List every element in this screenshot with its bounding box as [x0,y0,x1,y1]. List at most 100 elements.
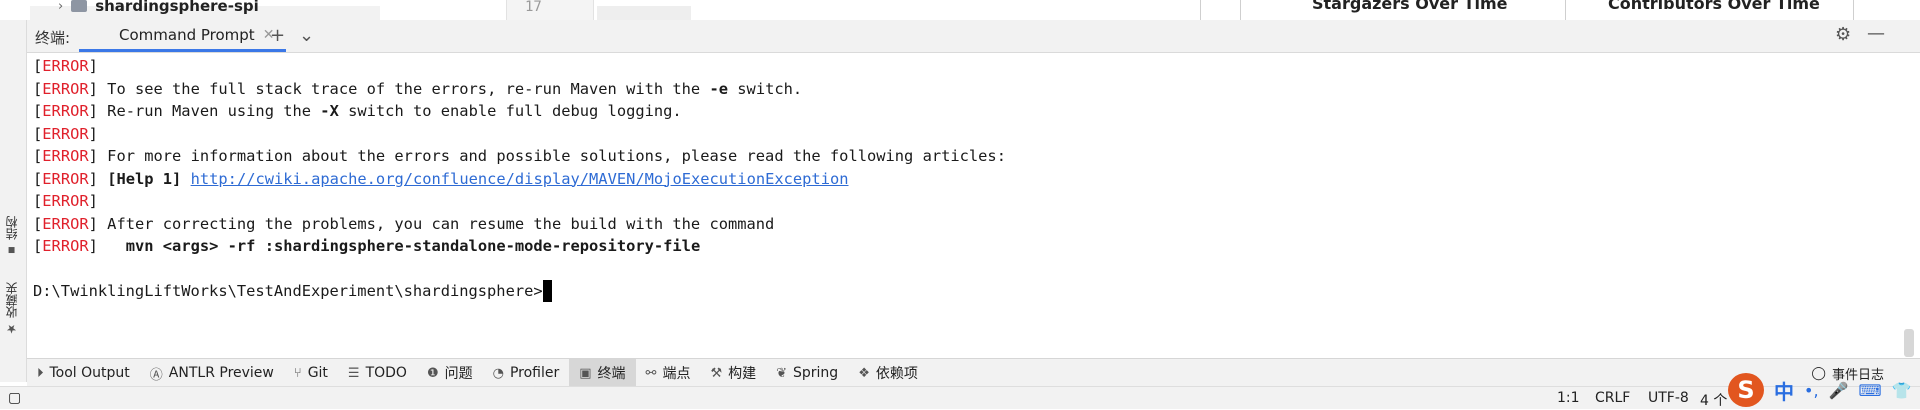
terminal-line: [ERROR] mvn <args> -rf :shardingsphere-s… [33,237,701,255]
line-text: Re-run Maven using the [97,102,321,120]
error-tag: ERROR [42,169,89,188]
star-icon: ★ [4,322,19,336]
tool-button-profiler[interactable]: ◔ Profiler [483,359,570,387]
ime-logo: S [1728,373,1764,407]
terminal-icon: ▣ [579,365,592,381]
line-text [181,170,190,188]
error-tag: ERROR [42,102,89,120]
tool-button-label: 端点 [662,366,691,382]
editor-strip: › shardingsphere-spi 17 Stargazers Over … [0,0,1920,21]
tool-button-git-branch[interactable]: ⑂ Git [284,359,338,387]
terminal-line: [ERROR] [Help 1] http://cwiki.apache.org… [33,169,849,188]
table-divider [1565,0,1566,20]
error-tag: ERROR [42,237,89,255]
tool-output-icon: ⏵ [37,365,44,381]
table-divider [1853,0,1854,20]
favorites-label: 收藏夹 [5,282,19,318]
line-bold-text: -X [320,102,339,120]
tool-button-label: Profiler [509,365,560,381]
punctuation-icon[interactable]: •, [1804,381,1819,400]
keyboard-icon[interactable]: ⌨ [1858,381,1881,400]
terminal-output[interactable]: [ERROR] [ERROR] To see the full stack tra… [27,53,1882,358]
git-branch-icon: ⑂ [293,365,302,381]
tool-button-label: TODO [365,365,407,381]
line-bold-text: [Help 1] [107,169,182,188]
tool-button-dependencies[interactable]: ❖ 依赖项 [848,359,928,387]
terminal-line: [ERROR] [33,57,98,75]
error-tag: ERROR [42,147,89,165]
prompt-line[interactable]: D:\TwinklingLiftWorks\TestAndExperiment\… [33,280,552,302]
tool-button-label: ANTLR Preview [168,365,274,381]
error-tag: ERROR [42,192,89,210]
tool-button-antlr[interactable]: Ⓐ ANTLR Preview [140,359,284,387]
plus-icon[interactable]: + [270,25,285,46]
table-divider [1200,0,1201,20]
tool-button-label: Git [307,365,328,381]
line-text: To see the full stack trace of the error… [97,79,710,98]
hammer-icon: ⚒ [710,365,723,381]
structure-icon: ▪ [4,244,19,258]
error-tag: ERROR [42,124,89,143]
ime-toolbar[interactable]: S 中 •, 🎤 ⌨ 👕 ▦ [1728,373,1920,407]
chevron-down-icon[interactable]: ⌄ [299,25,314,46]
tool-button-list[interactable]: ☰ TODO [338,359,417,387]
spring-leaf-icon: ❦ [776,365,788,381]
minimize-icon[interactable]: — [1867,23,1885,44]
terminal-line: [ERROR] For more information about the e… [33,147,1006,165]
endpoints-icon: ⚯ [645,365,657,381]
terminal-line: [ERROR] [33,192,98,210]
terminal-header: 终端: Command Prompt ✕ + ⌄ ⚙ — [27,20,1920,53]
microphone-icon[interactable]: 🎤 [1829,381,1849,400]
line-text [98,170,107,188]
shirt-icon[interactable]: 👕 [1892,381,1912,400]
terminal-line: [ERROR] [33,124,98,143]
line-text: switch to enable full debug logging. [338,102,682,120]
indent-setting[interactable]: 4 个 [1700,390,1727,410]
table-divider [1240,0,1241,20]
tool-button-tool-output[interactable]: ⏵ Tool Output [27,359,140,387]
table-header-stargazers: Stargazers Over Time [1312,0,1508,13]
tool-button-terminal[interactable]: ▣ 终端 [569,359,636,387]
terminal-link[interactable]: http://cwiki.apache.org/confluence/displ… [191,170,849,188]
line-ending[interactable]: CRLF [1595,390,1630,406]
line-text [98,237,126,255]
prompt-path: D:\TwinklingLiftWorks\TestAndExperiment\… [33,282,543,300]
tool-button-label: Tool Output [49,365,130,381]
status-square-icon[interactable]: ▢ [8,390,21,406]
editor-content-box [597,6,691,20]
cursor-position[interactable]: 1:1 [1557,390,1580,406]
favorites-tool-button[interactable]: ★ 收藏夹 [3,282,20,336]
structure-tool-button[interactable]: ▪ 结构 [3,216,20,258]
tab-command-prompt[interactable]: Command Prompt ✕ [79,20,287,52]
tool-button-spring-leaf[interactable]: ❦ Spring [766,359,848,387]
chevron-right-icon[interactable]: › [58,0,63,14]
tool-button-endpoints[interactable]: ⚯ 端点 [636,359,701,387]
gear-icon[interactable]: ⚙ [1835,24,1851,45]
dependencies-icon: ❖ [858,365,870,381]
project-tree-item[interactable]: › shardingsphere-spi [58,0,259,16]
error-tag: ERROR [42,79,89,98]
project-tree-item-label: shardingsphere-spi [95,0,259,15]
ime-mode[interactable]: 中 [1774,376,1794,405]
tab-label: Command Prompt [119,25,255,44]
bottom-tool-bar: ⏵ Tool Output Ⓐ ANTLR Preview ⑂ Git ☰ TODO ❶ 问题 ◔ P… [27,358,1920,387]
line-bold-text: mvn <args> -rf :shardingsphere-standalon… [125,237,701,255]
left-tool-strip: ▪ 结构 ★ 收藏夹 [0,20,27,382]
line-text: After correcting the problems, you can r… [97,214,775,233]
line-text: switch. [728,79,803,98]
line-number: 17 [525,0,542,15]
tool-button-label: 问题 [444,366,473,382]
tool-button-warning[interactable]: ❶ 问题 [417,359,483,387]
scrollbar-thumb[interactable] [1904,329,1914,357]
file-encoding[interactable]: UTF-8 [1648,390,1689,406]
line-gutter: 17 [506,0,594,20]
tool-button-label: 终端 [597,366,626,382]
terminal-line: [ERROR] To see the full stack trace of t… [33,79,803,98]
terminal-scrollbar[interactable] [1882,53,1920,358]
folder-icon [71,0,88,12]
terminal-line: [ERROR] Re-run Maven using the -X switch… [33,102,682,120]
tool-button-hammer[interactable]: ⚒ 构建 [700,359,766,387]
profiler-icon: ◔ [492,365,504,381]
terminal-line: [ERROR] After correcting the problems, y… [33,214,775,233]
line-text: For more information about the errors an… [97,147,1006,165]
